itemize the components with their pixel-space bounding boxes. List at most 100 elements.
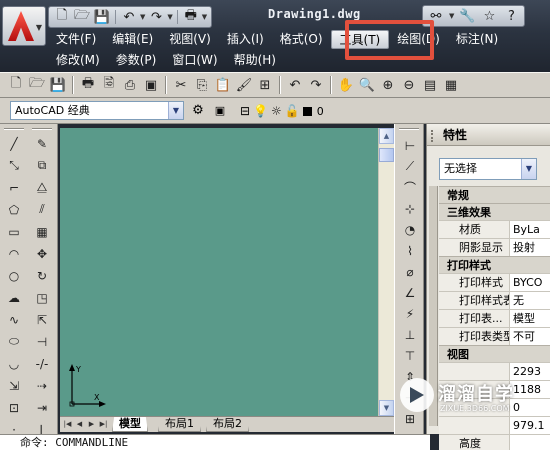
print-icon[interactable]: 🖶: [182, 8, 200, 25]
mirror-icon[interactable]: ⧋: [32, 178, 52, 197]
menu-dimension[interactable]: 标注(N): [448, 30, 506, 49]
publish-3d-icon[interactable]: ▣: [141, 75, 161, 95]
menu-help[interactable]: 帮助(H): [226, 51, 284, 70]
array-icon[interactable]: ▦: [32, 222, 52, 241]
section-general[interactable]: 常规: [439, 186, 550, 203]
new-icon[interactable]: 🗋: [6, 75, 26, 95]
selection-dropdown[interactable]: 无选择 ▼: [439, 158, 537, 180]
ordinate-dimension-icon[interactable]: ⊹: [400, 199, 420, 218]
ellipse-icon[interactable]: ⬭: [4, 332, 24, 351]
property-value[interactable]: 不可: [509, 328, 550, 345]
section-3d-effects[interactable]: 三维效果: [439, 203, 550, 220]
construction-line-icon[interactable]: ⤡: [4, 156, 24, 175]
application-menu-button[interactable]: ▼: [2, 6, 46, 46]
linear-dimension-icon[interactable]: ⊢: [400, 136, 420, 155]
spline-icon[interactable]: ∿: [4, 310, 24, 329]
paste-icon[interactable]: 📋: [213, 75, 233, 95]
property-row[interactable]: 打印表类型 不可: [439, 327, 550, 345]
circle-icon[interactable]: ○: [4, 266, 24, 285]
property-row[interactable]: 阴影显示 投射: [439, 238, 550, 256]
break-icon[interactable]: ⇢: [32, 376, 52, 395]
layer-control[interactable]: ⊟ 💡 ☼ 🔓 0: [240, 101, 324, 121]
scale-icon[interactable]: ◳: [32, 288, 52, 307]
property-value[interactable]: BYCO: [509, 274, 550, 291]
match-properties-icon[interactable]: 🖌: [234, 75, 254, 95]
print-preview-icon[interactable]: 🗟: [99, 75, 119, 95]
print-icon[interactable]: 🖶: [78, 75, 98, 95]
jogged-dimension-icon[interactable]: ⌇: [400, 241, 420, 260]
menu-window[interactable]: 窗口(W): [164, 51, 225, 70]
zoom-window-icon[interactable]: ⊕: [378, 75, 398, 95]
quick-dimension-icon[interactable]: ⚡: [400, 304, 420, 323]
angular-dimension-icon[interactable]: ∠: [400, 283, 420, 302]
scroll-up-button[interactable]: ▲: [379, 128, 394, 144]
chevron-down-icon[interactable]: ▼: [140, 13, 145, 21]
tab-next-icon[interactable]: ▶: [86, 418, 97, 431]
property-row[interactable]: 材质 ByLa: [439, 220, 550, 238]
layer-manager-icon[interactable]: ⊟: [240, 104, 250, 118]
property-value[interactable]: ByLa: [509, 221, 550, 238]
aligned-dimension-icon[interactable]: ⟋: [400, 157, 420, 176]
menu-view[interactable]: 视图(V): [161, 30, 219, 49]
rotate-icon[interactable]: ↻: [32, 266, 52, 285]
cut-icon[interactable]: ✂: [171, 75, 191, 95]
properties-icon[interactable]: ▤: [420, 75, 440, 95]
block-editor-icon[interactable]: ⊞: [255, 75, 275, 95]
property-row[interactable]: 打印表... 模型: [439, 309, 550, 327]
polygon-icon[interactable]: ⬠: [4, 200, 24, 219]
publish-icon[interactable]: ⎙: [120, 75, 140, 95]
insert-block-icon[interactable]: ⇲: [4, 376, 24, 395]
save-icon[interactable]: 💾: [93, 9, 111, 25]
menu-parametric[interactable]: 参数(P): [108, 51, 165, 70]
menu-insert[interactable]: 插入(I): [219, 30, 272, 49]
stretch-icon[interactable]: ⇱: [32, 310, 52, 329]
workspace-settings-icon[interactable]: ▣: [210, 101, 230, 121]
menu-file[interactable]: 文件(F): [48, 30, 104, 49]
radius-dimension-icon[interactable]: ◔: [400, 220, 420, 239]
wrench-icon[interactable]: 🔧: [458, 8, 476, 24]
zoom-previous-icon[interactable]: ⊖: [399, 75, 419, 95]
command-line[interactable]: 命令: COMMANDLINE: [0, 434, 430, 450]
zoom-realtime-icon[interactable]: 🔍: [357, 75, 377, 95]
palette-grip-icon[interactable]: [431, 130, 437, 142]
property-value[interactable]: 模型: [509, 310, 550, 327]
redo-icon[interactable]: ↷: [147, 9, 165, 25]
offset-icon[interactable]: ⫽: [32, 200, 52, 219]
help-icon[interactable]: ?: [502, 8, 520, 24]
move-icon[interactable]: ✥: [32, 244, 52, 263]
trim-icon[interactable]: ⊣: [32, 332, 52, 351]
chevron-down-icon[interactable]: ▼: [449, 12, 454, 20]
undo-icon[interactable]: ↶: [285, 75, 305, 95]
scroll-down-button[interactable]: ▼: [379, 400, 394, 416]
scrollbar-thumb[interactable]: [379, 148, 394, 162]
vertical-scrollbar[interactable]: ▲ ▼: [378, 128, 394, 416]
chevron-down-icon[interactable]: ▼: [202, 13, 207, 21]
chevron-down-icon[interactable]: ▼: [167, 13, 172, 21]
diameter-dimension-icon[interactable]: ⌀: [400, 262, 420, 281]
baseline-dimension-icon[interactable]: ⊥: [400, 325, 420, 344]
undo-icon[interactable]: ↶: [120, 9, 138, 25]
make-block-icon[interactable]: ⊡: [4, 398, 24, 417]
tab-first-icon[interactable]: |◀: [62, 418, 73, 431]
revision-cloud-icon[interactable]: ☁: [4, 288, 24, 307]
menu-edit[interactable]: 编辑(E): [104, 30, 161, 49]
property-value[interactable]: 无: [509, 292, 550, 309]
property-row[interactable]: 打印样式 BYCO: [439, 273, 550, 291]
line-icon[interactable]: ╱: [4, 134, 24, 153]
drawing-canvas[interactable]: Y X: [60, 128, 378, 416]
chevron-down-icon[interactable]: ▼: [168, 102, 183, 119]
menu-format[interactable]: 格式(O): [272, 30, 331, 49]
open-icon[interactable]: 🗁: [27, 75, 47, 95]
new-icon[interactable]: 🗋: [53, 8, 71, 25]
polyline-icon[interactable]: ⌐: [4, 178, 24, 197]
tab-layout1[interactable]: 布局1: [158, 417, 201, 432]
tab-prev-icon[interactable]: ◀: [74, 418, 85, 431]
extend-icon[interactable]: -/-: [32, 354, 52, 373]
gear-icon[interactable]: ⚙: [188, 101, 208, 121]
copy-icon[interactable]: ⎘: [192, 75, 212, 95]
copy-object-icon[interactable]: ⧉: [32, 156, 52, 175]
redo-icon[interactable]: ↷: [306, 75, 326, 95]
join-icon[interactable]: ⇥: [32, 398, 52, 417]
property-value[interactable]: 投射: [509, 239, 550, 256]
tab-model[interactable]: 模型: [112, 417, 148, 432]
